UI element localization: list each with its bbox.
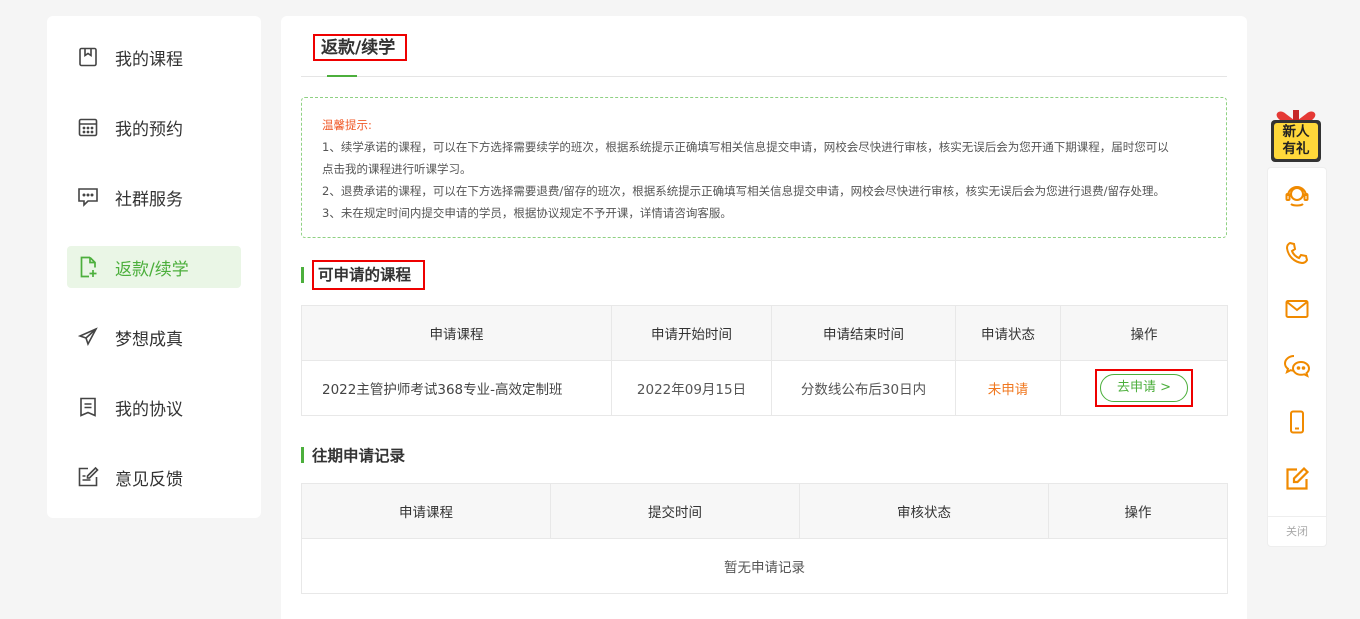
column-header: 申请课程 [301, 305, 612, 361]
sidebar-item-dreams[interactable]: 梦想成真 [67, 316, 241, 358]
column-header: 申请开始时间 [611, 305, 772, 361]
customer-service-button[interactable] [1268, 168, 1326, 225]
highlight-box: 去申请 > [1095, 369, 1193, 407]
document-icon [77, 396, 99, 418]
column-header: 申请课程 [301, 483, 551, 539]
column-header: 操作 [1048, 483, 1228, 539]
close-button[interactable]: 关闭 [1268, 516, 1326, 546]
action-cell: 去申请 > [1060, 360, 1228, 416]
email-button[interactable] [1268, 281, 1326, 338]
float-toolbar: 关闭 [1267, 167, 1327, 547]
file-add-icon [77, 256, 99, 278]
mail-icon [1285, 300, 1309, 319]
sidebar-item-my-courses[interactable]: 我的课程 [67, 36, 241, 78]
sidebar-item-community[interactable]: 社群服务 [67, 176, 241, 218]
column-header: 申请状态 [955, 305, 1061, 361]
gift-text-line: 新人 [1282, 124, 1310, 140]
start-date: 2022年09月15日 [611, 360, 772, 416]
column-header: 提交时间 [550, 483, 800, 539]
new-user-gift-badge[interactable]: 新人 有礼 [1266, 104, 1326, 164]
main-panel: 返款/续学 温馨提示: 1、续学承诺的课程，可以在下方选择需要续学的班次，根据系… [281, 16, 1247, 619]
wechat-button[interactable] [1268, 338, 1326, 395]
bookmark-icon [77, 46, 99, 68]
chat-icon [77, 186, 99, 208]
sidebar-item-label: 梦想成真 [115, 329, 183, 350]
history-section-header: 往期申请记录 [301, 442, 1227, 468]
sidebar-item-label: 返款/续学 [115, 259, 189, 280]
table-header-row: 申请课程 提交时间 审核状态 操作 [301, 483, 1228, 539]
calendar-icon [77, 116, 99, 138]
section-title: 可申请的课程 [312, 260, 426, 290]
sidebar-item-my-appointments[interactable]: 我的预约 [67, 106, 241, 148]
notice-line: 2、退费承诺的课程，可以在下方选择需要退费/留存的班次，根据系统提示正确填写相关… [322, 184, 1166, 198]
page-header: 返款/续学 [301, 16, 1227, 77]
column-header: 审核状态 [799, 483, 1049, 539]
phone-button[interactable] [1268, 225, 1326, 282]
column-header: 操作 [1060, 305, 1228, 361]
notice-line: 3、未在规定时间内提交申请的学员，根据协议规定不予开课，详情请咨询客服。 [322, 206, 732, 220]
notice-box: 温馨提示: 1、续学承诺的课程，可以在下方选择需要续学的班次，根据系统提示正确填… [301, 97, 1227, 238]
wechat-icon [1283, 354, 1311, 378]
edit-icon [77, 466, 99, 488]
gift-text-line: 有礼 [1282, 141, 1310, 157]
apply-button[interactable]: 去申请 > [1100, 374, 1188, 402]
gift-label: 新人 有礼 [1266, 124, 1326, 158]
feedback-button[interactable] [1268, 451, 1326, 508]
section-accent-bar [301, 267, 304, 283]
end-date: 分数线公布后30日内 [771, 360, 956, 416]
section-accent-bar [301, 447, 304, 463]
paper-plane-icon [77, 326, 99, 348]
mobile-app-button[interactable] [1268, 394, 1326, 451]
notice-title: 温馨提示: [322, 118, 372, 132]
table-row: 2022主管护师考试368专业-高效定制班 2022年09月15日 分数线公布后… [301, 360, 1228, 416]
sidebar-item-refund-renewal[interactable]: 返款/续学 [67, 246, 241, 288]
empty-message: 暂无申请记录 [301, 538, 1228, 594]
available-section-header: 可申请的课程 [301, 260, 1227, 290]
available-courses-table: 申请课程 申请开始时间 申请结束时间 申请状态 操作 2022主管护师考试368… [301, 305, 1228, 416]
sidebar-item-label: 我的协议 [115, 399, 183, 420]
sidebar-item-label: 社群服务 [115, 189, 183, 210]
title-underline [327, 75, 357, 77]
table-header-row: 申请课程 申请开始时间 申请结束时间 申请状态 操作 [301, 305, 1228, 361]
mobile-icon [1290, 410, 1304, 434]
history-table: 申请课程 提交时间 审核状态 操作 暂无申请记录 [301, 483, 1228, 594]
page-title: 返款/续学 [313, 34, 408, 61]
sidebar-item-label: 意见反馈 [115, 469, 183, 490]
notice-line: 点击我的课程进行听课学习。 [322, 162, 472, 176]
course-name: 2022主管护师考试368专业-高效定制班 [301, 360, 612, 416]
phone-icon [1285, 241, 1309, 264]
section-title: 往期申请记录 [312, 447, 406, 465]
sidebar-item-agreements[interactable]: 我的协议 [67, 386, 241, 428]
notice-line: 1、续学承诺的课程，可以在下方选择需要续学的班次，根据系统提示正确填写相关信息提… [322, 140, 1169, 154]
sidebar-item-feedback[interactable]: 意见反馈 [67, 456, 241, 498]
edit-icon [1286, 466, 1310, 490]
sidebar-item-label: 我的预约 [115, 119, 183, 140]
status-badge: 未申请 [955, 360, 1061, 416]
column-header: 申请结束时间 [771, 305, 956, 361]
sidebar-item-label: 我的课程 [115, 49, 183, 70]
headset-icon [1285, 186, 1309, 207]
sidebar: 我的课程 我的预约 社群服务 返款/续学 梦想成真 我的协议 意见反馈 [47, 16, 261, 518]
table-row: 暂无申请记录 [301, 538, 1228, 594]
